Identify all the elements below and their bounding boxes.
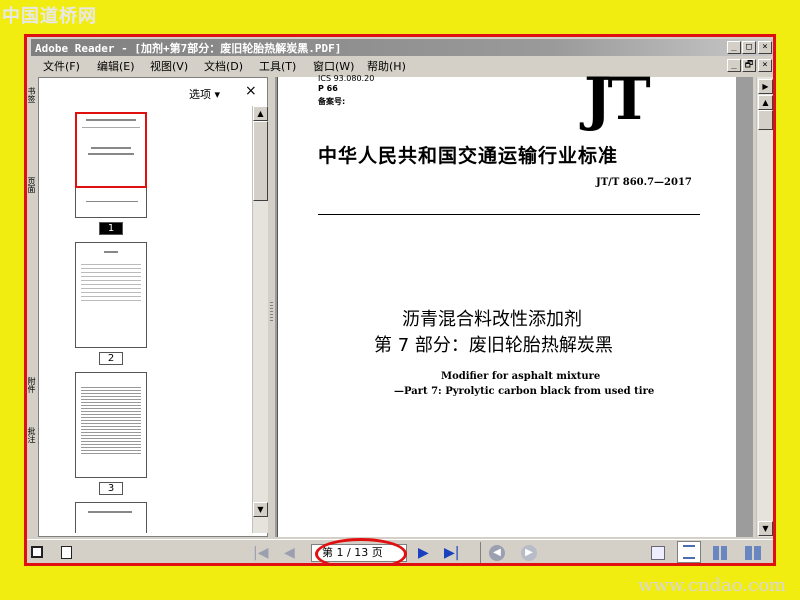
scroll-up-button[interactable]: ▲ xyxy=(253,106,268,121)
pane-toggle-icon[interactable] xyxy=(31,546,43,558)
menu-document[interactable]: 文档(D) xyxy=(204,58,243,74)
close-window-button[interactable]: × xyxy=(758,41,772,54)
page-number-label: 1 xyxy=(99,222,123,235)
thumbnail-scrollbar[interactable]: ▲ ▼ xyxy=(252,106,268,533)
scroll-up-button[interactable]: ▲ xyxy=(758,95,773,110)
thumb-line xyxy=(86,201,138,202)
title-bar: Adobe Reader - [加剂+第7部分：废旧轮胎热解炭黑.PDF] _ … xyxy=(31,39,773,56)
adobe-reader-window: Adobe Reader - [加剂+第7部分：废旧轮胎热解炭黑.PDF] _ … xyxy=(24,34,776,566)
thumb-line xyxy=(82,127,140,128)
menu-help[interactable]: 帮助(H) xyxy=(367,58,406,74)
english-title-line2: —Part 7: Pyrolytic carbon black from use… xyxy=(394,386,655,397)
continuous-page-icon[interactable] xyxy=(677,541,701,563)
continuous-facing-icon[interactable] xyxy=(745,546,761,560)
scroll-thumb[interactable] xyxy=(758,110,773,130)
jt-logo: JT xyxy=(584,65,651,133)
doc-close-button[interactable]: × xyxy=(758,59,772,72)
tab-pages[interactable]: 页面 xyxy=(27,177,37,193)
doc-minimize-button[interactable]: _ xyxy=(727,59,741,72)
classification-code: P 66 xyxy=(318,84,338,93)
thumbnail-list: 1 2 3 xyxy=(39,106,254,533)
menu-window[interactable]: 窗口(W) xyxy=(313,58,354,74)
page-number-label: 3 xyxy=(99,482,123,495)
single-page-icon[interactable] xyxy=(651,546,665,560)
menu-file[interactable]: 文件(F) xyxy=(43,58,80,74)
go-forward-icon[interactable]: ▶ xyxy=(521,545,537,561)
english-title-line1: Modifier for asphalt mixture xyxy=(441,371,601,382)
facing-pages-icon[interactable] xyxy=(713,546,727,560)
standard-number: JT/T 860.7—2017 xyxy=(596,177,692,188)
document-page: ICS 93.080.20 P 66 备案号: JT 中华人民共和国交通运输行业… xyxy=(277,65,736,537)
tab-bookmarks[interactable]: 书签 xyxy=(27,87,37,103)
document-scrollbar[interactable]: ▶ ▲ ▼ xyxy=(756,77,773,537)
page-thumbnail-1[interactable] xyxy=(75,112,147,218)
menu-view[interactable]: 视图(V) xyxy=(150,58,188,74)
last-page-icon[interactable]: ▶| xyxy=(444,545,459,561)
highlight-circle xyxy=(315,538,407,563)
thumb-lines xyxy=(81,385,141,455)
view-region-box[interactable] xyxy=(75,112,147,188)
thumb-line xyxy=(91,147,131,149)
tab-attachments[interactable]: 附件 xyxy=(27,377,37,393)
watermark-top: 中国道桥网 xyxy=(2,6,97,27)
first-page-icon[interactable]: |◀ xyxy=(253,545,268,561)
doc-title-line2: 第 7 部分：废旧轮胎热解炭黑 xyxy=(374,335,613,356)
filing-number-label: 备案号: xyxy=(318,97,346,106)
menu-edit[interactable]: 编辑(E) xyxy=(97,58,135,74)
thumb-line xyxy=(104,251,118,253)
next-page-icon[interactable]: ▶ xyxy=(418,545,429,561)
thumbnail-header: 选项 ▾ × xyxy=(39,78,267,106)
close-panel-button[interactable]: × xyxy=(245,83,257,99)
doc-title-line1: 沥青混合料改性添加剂 xyxy=(402,309,582,330)
divider-line xyxy=(318,214,700,215)
scroll-up-button[interactable]: ▶ xyxy=(758,79,773,94)
watermark-bottom: www.cndao.com xyxy=(638,575,786,596)
org-title: 中华人民共和国交通运输行业标准 xyxy=(318,145,619,167)
pane-splitter[interactable] xyxy=(268,77,275,537)
ics-code: ICS 93.080.20 xyxy=(318,74,375,83)
splitter-grip[interactable] xyxy=(270,302,273,322)
page-thumbnail-3[interactable] xyxy=(75,372,147,478)
thumbnail-pane: 选项 ▾ × 1 2 3 ▲ ▼ xyxy=(38,77,268,537)
page-layout-icon[interactable] xyxy=(61,546,72,559)
toolbar-separator xyxy=(480,542,481,563)
options-menu[interactable]: 选项 ▾ xyxy=(189,86,220,102)
minimize-button[interactable]: _ xyxy=(727,41,741,54)
maximize-button[interactable]: □ xyxy=(742,41,756,54)
scroll-thumb[interactable] xyxy=(253,121,268,201)
scroll-down-button[interactable]: ▼ xyxy=(253,502,268,517)
page-number-label: 2 xyxy=(99,352,123,365)
thumb-lines xyxy=(81,261,141,301)
status-bar: |◀ ◀ 第 1 / 13 页 ▶ ▶| ◀ ▶ xyxy=(27,538,773,563)
scroll-down-button[interactable]: ▼ xyxy=(758,521,773,536)
doc-restore-button[interactable]: 🗗 xyxy=(742,59,756,72)
tab-comments[interactable]: 批注 xyxy=(27,427,37,443)
thumb-line xyxy=(88,153,134,155)
previous-page-icon[interactable]: ◀ xyxy=(284,545,295,561)
window-title: Adobe Reader - [加剂+第7部分：废旧轮胎热解炭黑.PDF] xyxy=(35,42,342,55)
thumb-line xyxy=(88,511,132,513)
menu-tools[interactable]: 工具(T) xyxy=(259,58,296,74)
page-thumbnail-2[interactable] xyxy=(75,242,147,348)
continuous-glyph xyxy=(683,545,695,559)
menu-bar: 文件(F) 编辑(E) 视图(V) 文档(D) 工具(T) 窗口(W) 帮助(H… xyxy=(31,56,773,74)
document-area: ICS 93.080.20 P 66 备案号: JT 中华人民共和国交通运输行业… xyxy=(275,65,753,537)
go-back-icon[interactable]: ◀ xyxy=(489,545,505,561)
page-thumbnail-4[interactable] xyxy=(75,502,147,533)
thumb-line xyxy=(86,119,136,121)
